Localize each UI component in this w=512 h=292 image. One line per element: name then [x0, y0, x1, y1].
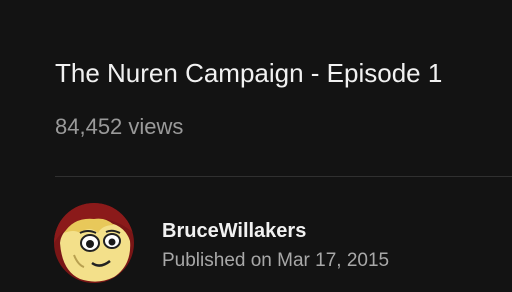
channel-name-link[interactable]: BruceWillakers: [162, 218, 306, 244]
publish-date: Published on Mar 17, 2015: [162, 250, 390, 271]
video-info-panel: The Nuren Campaign - Episode 1 84,452 vi…: [0, 0, 512, 292]
view-count: 84,452 views: [55, 114, 184, 139]
video-title: The Nuren Campaign - Episode 1: [55, 58, 443, 88]
channel-avatar[interactable]: [54, 203, 134, 283]
divider: [55, 176, 512, 177]
cartoon-character-avatar-icon: [54, 203, 134, 283]
